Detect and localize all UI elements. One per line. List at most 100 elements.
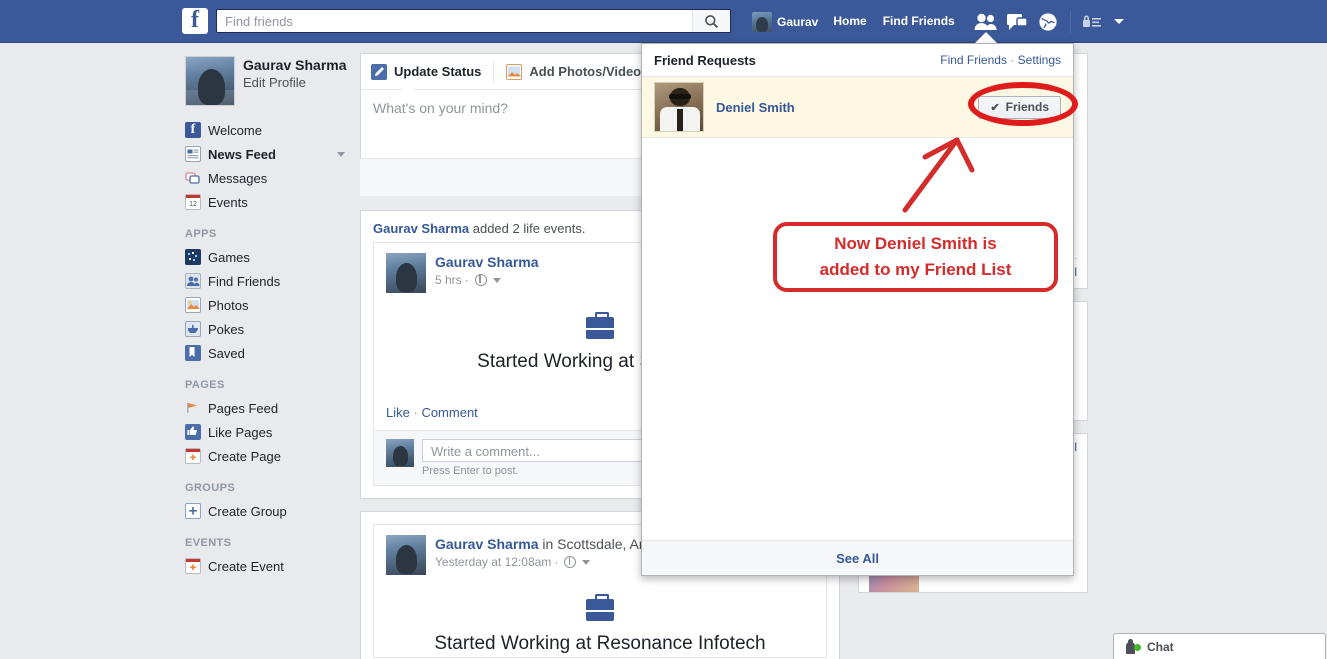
sidebar-item-pages-feed[interactable]: Pages Feed: [179, 396, 357, 420]
avatar: [386, 439, 414, 467]
sidebar-item-create-page[interactable]: Create Page: [179, 444, 357, 468]
photo-icon: [506, 63, 523, 80]
sidebar-item-photos[interactable]: Photos: [179, 293, 357, 317]
nav-user-name: Gaurav: [777, 14, 819, 29]
edit-profile-link[interactable]: Edit Profile: [243, 74, 347, 92]
messages-icon: [185, 170, 201, 186]
friends-button[interactable]: ✔ Friends: [978, 95, 1061, 119]
chat-bar[interactable]: Chat: [1113, 633, 1326, 659]
chat-person-icon: [1126, 638, 1141, 654]
comment-link[interactable]: Comment: [421, 405, 477, 420]
notifications-icon[interactable]: [1033, 7, 1064, 37]
sidebar-item-news-feed[interactable]: News Feed: [179, 142, 357, 166]
life-event-title: Started Working at Resonance Infotech: [434, 633, 766, 654]
find-friends-icon: [185, 273, 201, 289]
life-event-block: [374, 581, 826, 627]
sidebar-section-groups: GROUPS: [185, 482, 236, 494]
divider: [1069, 10, 1071, 33]
post-author[interactable]: Gaurav Sharma: [435, 253, 539, 271]
sidebar-section-pages: PAGES: [185, 379, 225, 391]
sidebar-item-label: Messages: [208, 170, 268, 186]
avatar[interactable]: [386, 253, 426, 293]
tab-add-photos-video[interactable]: Add Photos/Video: [506, 63, 653, 80]
search-button[interactable]: [692, 10, 730, 32]
sidebar-item-label: Find Friends: [208, 273, 281, 289]
account-menu-caret-icon[interactable]: [1113, 19, 1124, 24]
friend-requests-dropdown: Friend Requests Find Friends · Settings …: [641, 43, 1074, 576]
sidebar-item-find-friends[interactable]: Find Friends: [179, 269, 357, 293]
sidebar-profile[interactable]: Gaurav Sharma Edit Profile: [179, 53, 357, 118]
chevron-down-icon[interactable]: [492, 277, 501, 283]
dropdown-header: Friend Requests Find Friends · Settings: [642, 44, 1073, 77]
briefcase-icon: [586, 594, 614, 621]
dropdown-pointer: [975, 32, 997, 43]
like-link[interactable]: Like: [386, 405, 410, 420]
sidebar-item-label: Pokes: [208, 321, 245, 337]
facebook-logo-icon[interactable]: f: [182, 8, 208, 34]
search-input[interactable]: [217, 10, 692, 32]
sidebar-item-label: Games: [208, 249, 250, 265]
dropdown-empty-area: [642, 138, 1073, 540]
separator: ·: [1010, 53, 1015, 67]
facebook-page: Gaurav Sharma Edit Profile f Welcome New…: [0, 0, 1327, 659]
find-friends-link[interactable]: Find Friends: [940, 53, 1007, 67]
games-icon: [185, 249, 201, 265]
page-background-right: [1088, 43, 1327, 659]
search-icon: [705, 14, 719, 28]
nav-home-link[interactable]: Home: [825, 0, 874, 43]
sidebar-item-messages[interactable]: Messages: [179, 166, 357, 190]
chevron-down-icon[interactable]: [582, 559, 591, 565]
settings-link[interactable]: Settings: [1018, 53, 1061, 67]
sidebar-item-label: Like Pages: [208, 424, 273, 440]
sidebar-item-create-event[interactable]: Create Event: [179, 554, 357, 578]
post-meta: Yesterday at 12:08am ·: [435, 553, 644, 571]
nav-profile-link[interactable]: Gaurav: [745, 7, 825, 37]
like-pages-icon: [185, 424, 201, 440]
avatar[interactable]: [386, 535, 426, 575]
sidebar-section-apps: APPS: [185, 228, 217, 240]
tab-pointer: [401, 83, 415, 90]
saved-icon: [185, 345, 201, 361]
chevron-down-icon[interactable]: [337, 151, 345, 157]
post-author[interactable]: Gaurav Sharma in Scottsdale, Ar: [435, 535, 644, 553]
sidebar-item-label: Pages Feed: [208, 400, 279, 416]
avatar[interactable]: [654, 82, 704, 132]
sidebar-item-label: Welcome: [208, 122, 262, 138]
sidebar-item-label: Events: [208, 194, 248, 210]
search-bar: [216, 9, 731, 33]
news-feed-icon: [185, 146, 201, 162]
nav-find-friends-link[interactable]: Find Friends: [875, 0, 963, 43]
top-nav-right: Gaurav Home Find Friends: [745, 0, 1124, 43]
avatar[interactable]: [185, 56, 235, 106]
sidebar-item-events[interactable]: 12 Events: [179, 190, 357, 214]
sidebar-item-create-group[interactable]: Create Group: [179, 499, 357, 523]
profile-name: Gaurav Sharma: [243, 57, 347, 73]
post-timestamp: Yesterday at 12:08am: [435, 555, 552, 569]
sidebar-item-saved[interactable]: Saved: [179, 341, 357, 365]
dropdown-see-all[interactable]: See All: [642, 540, 1073, 575]
top-navigation-bar: f Gaurav Home Find Friends: [0, 0, 1327, 43]
privacy-shortcuts-icon[interactable]: [1077, 7, 1108, 37]
sidebar-section-events: EVENTS: [185, 537, 232, 549]
sidebar-item-pokes[interactable]: Pokes: [179, 317, 357, 341]
sidebar-item-games[interactable]: Games: [179, 245, 357, 269]
messages-icon[interactable]: [1002, 7, 1033, 37]
create-event-icon: [185, 558, 201, 574]
chat-label: Chat: [1147, 639, 1174, 654]
post-timestamp: 5 hrs: [435, 273, 462, 287]
sidebar-item-welcome[interactable]: f Welcome: [179, 118, 357, 142]
pokes-icon: [185, 321, 201, 337]
tab-update-status[interactable]: Update Status: [371, 63, 493, 80]
create-group-icon: [185, 503, 201, 519]
facebook-icon: f: [185, 122, 201, 138]
svg-text:12: 12: [189, 201, 197, 208]
sidebar-item-like-pages[interactable]: Like Pages: [179, 420, 357, 444]
friend-request-name[interactable]: Deniel Smith: [716, 100, 978, 115]
tab-label: Add Photos/Video: [529, 64, 642, 79]
dropdown-title: Friend Requests: [654, 52, 756, 68]
sidebar-item-label: Saved: [208, 345, 245, 361]
post-author-name: Gaurav Sharma: [435, 536, 539, 552]
check-icon: ✔: [990, 101, 1000, 114]
sidebar-item-label: Photos: [208, 297, 249, 313]
story-author[interactable]: Gaurav Sharma: [373, 221, 469, 236]
